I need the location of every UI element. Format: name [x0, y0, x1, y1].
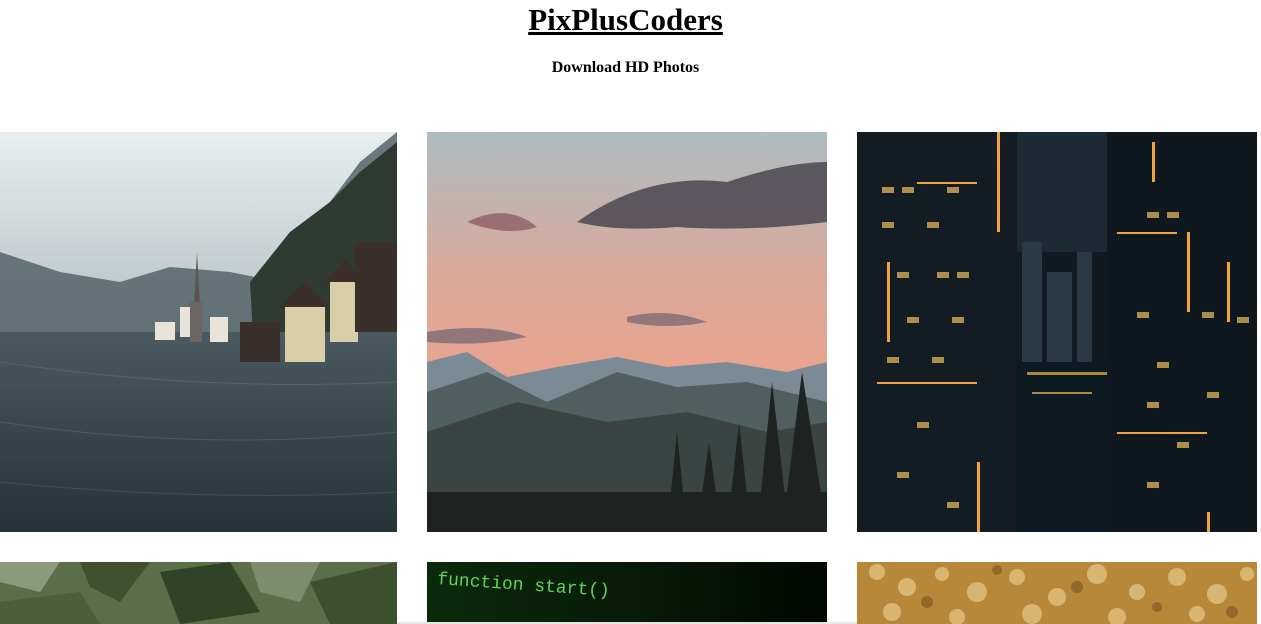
lakeside-village-image	[0, 132, 397, 532]
photo-city-night[interactable]	[857, 132, 1257, 532]
photo-code-screen[interactable]: function start()	[427, 562, 827, 624]
code-screen-image: function start()	[427, 562, 827, 624]
photo-green-foliage[interactable]	[0, 562, 397, 624]
mountain-sunset-image	[427, 132, 827, 532]
photo-lakeside-village[interactable]	[0, 132, 397, 532]
photo-mountain-sunset[interactable]	[427, 132, 827, 532]
city-night-image	[857, 132, 1257, 532]
golden-bokeh-image	[857, 562, 1257, 624]
site-title[interactable]: PixPlusCoders	[0, 0, 1251, 40]
page-subtitle: Download HD Photos	[551, 59, 700, 76]
green-foliage-image	[0, 562, 397, 624]
photo-golden-bokeh[interactable]	[857, 562, 1257, 624]
